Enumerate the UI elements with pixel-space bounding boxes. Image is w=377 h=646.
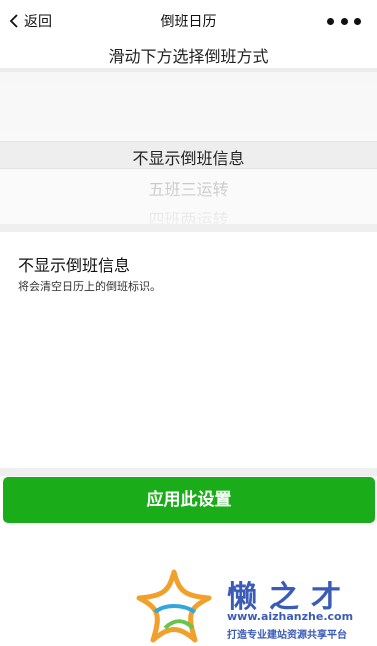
info-heading: 不显示倒班信息 [18, 256, 131, 275]
divider [0, 468, 377, 476]
watermark: 懒之才 www.aizhanzhe.com 打造专业建站资源共享平台 [135, 568, 375, 644]
apply-settings-button[interactable]: 应用此设置 [3, 477, 375, 523]
shift-picker[interactable]: 不显示倒班信息 五班三运转 四班两运转 [0, 68, 377, 232]
page-title: 倒班日历 [160, 14, 217, 30]
picker-instruction: 滑动下方选择倒班方式 [108, 47, 269, 66]
info-description: 将会清空日历上的倒班标识。 [18, 280, 161, 293]
picker-option-selected[interactable]: 不显示倒班信息 [0, 145, 377, 169]
star-logo-icon [136, 569, 212, 643]
info-panel: 不显示倒班信息 将会清空日历上的倒班标识。 [0, 236, 377, 468]
watermark-url: www.aizhanzhe.com [227, 610, 354, 623]
more-dots-icon[interactable] [327, 12, 361, 30]
watermark-slogan: 打造专业建站资源共享平台 [227, 630, 347, 641]
nav-bar: 返回 倒班日历 [0, 0, 377, 40]
picker-fade-mask [0, 184, 377, 224]
